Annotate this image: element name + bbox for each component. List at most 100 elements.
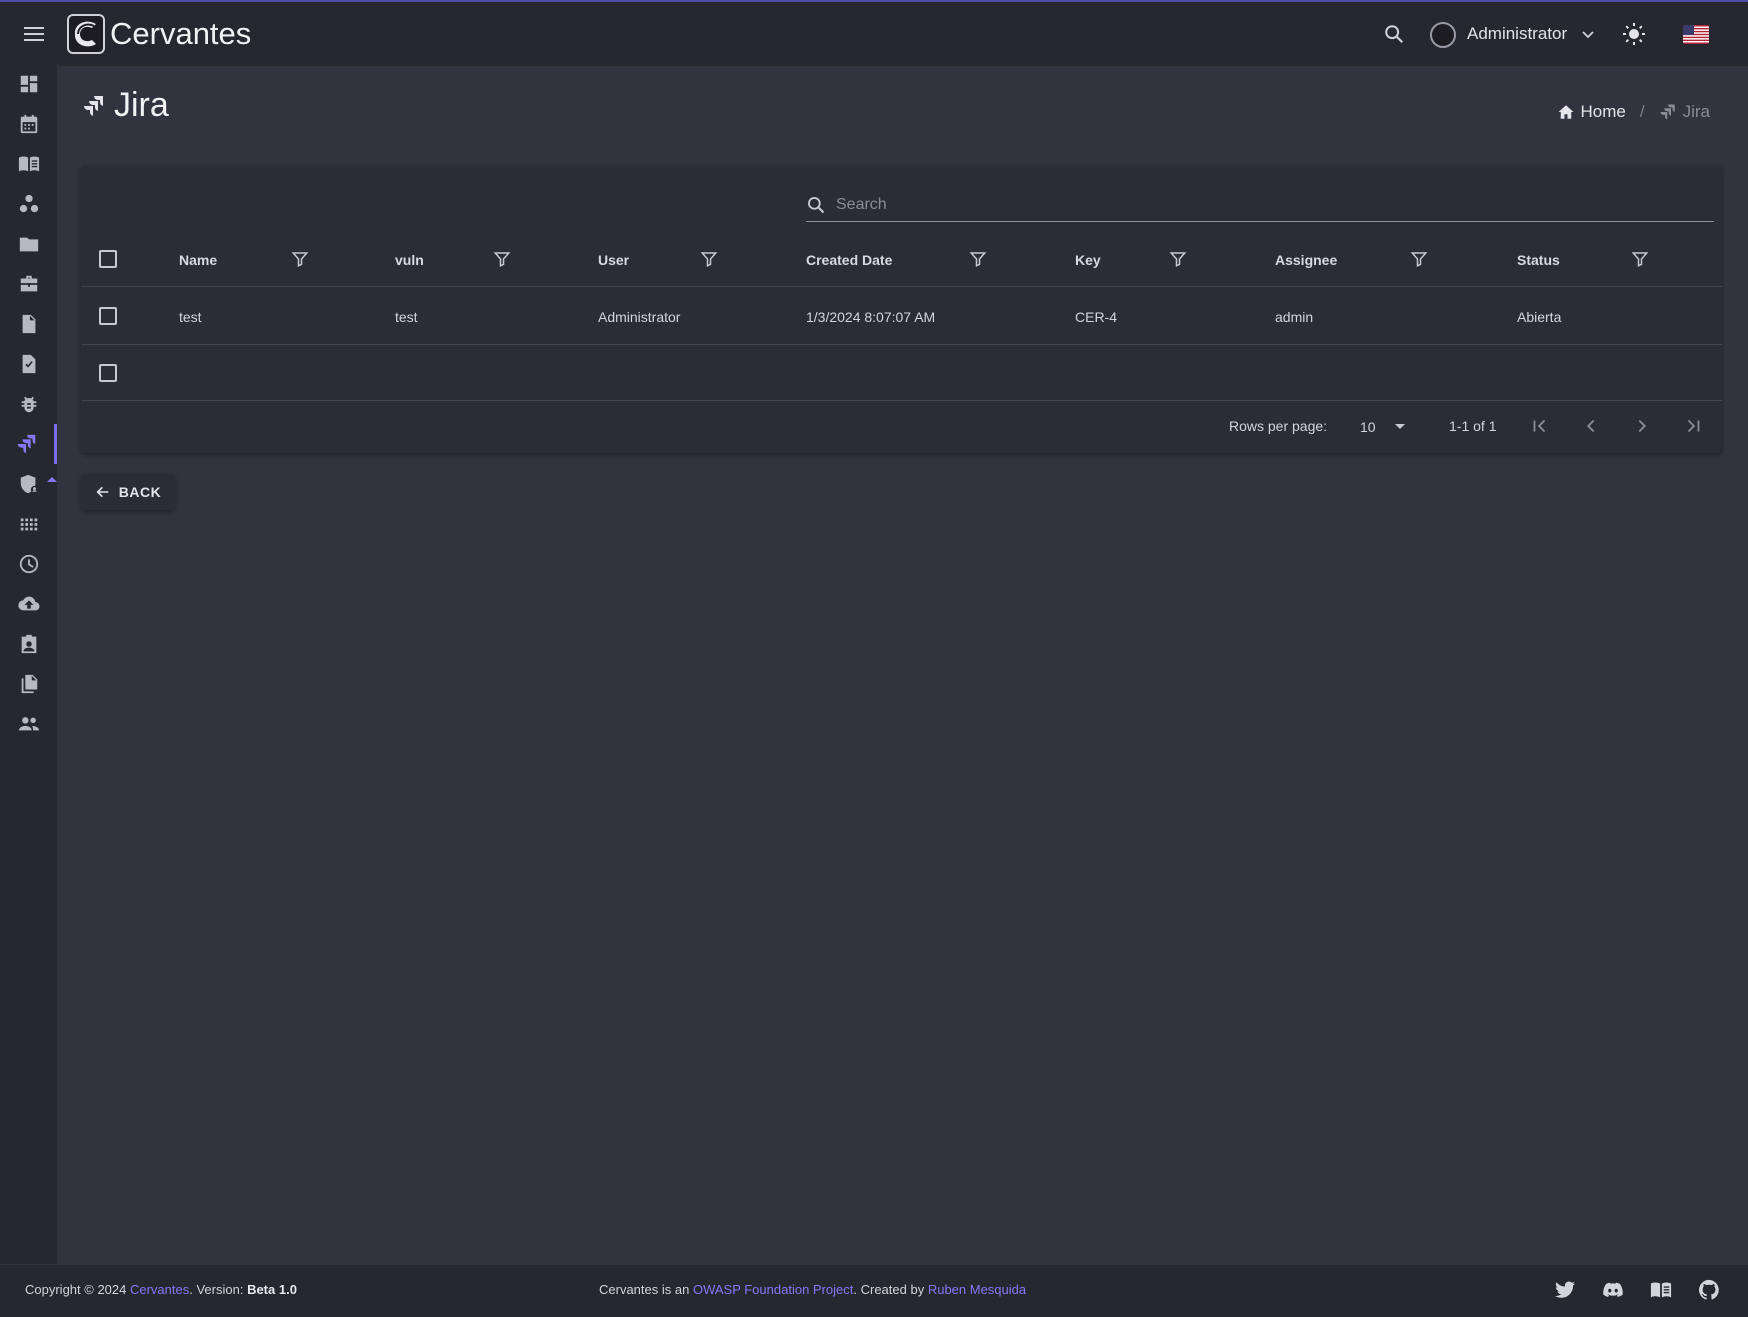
column-header-name[interactable]: Name — [179, 232, 217, 287]
owasp-link[interactable]: OWASP Foundation Project — [693, 1282, 853, 1297]
folder-icon — [19, 237, 38, 252]
arrow-left-icon — [96, 486, 109, 498]
filter-icon[interactable] — [1410, 250, 1428, 268]
pagination: Rows per page: 10 1-1 of 1 — [81, 401, 1722, 453]
filter-icon[interactable] — [493, 250, 511, 268]
column-header-key[interactable]: Key — [1075, 232, 1101, 287]
row-checkbox[interactable] — [99, 364, 117, 382]
user-name[interactable]: Administrator — [1467, 24, 1567, 44]
sidebar-item-copy[interactable] — [0, 664, 57, 704]
first-page-icon[interactable] — [1529, 415, 1551, 437]
breadcrumb-home-label: Home — [1580, 102, 1626, 121]
docs-book-icon[interactable] — [1650, 1279, 1672, 1301]
contact-card-icon — [21, 634, 36, 654]
sidebar — [0, 64, 57, 1264]
sidebar-item-book[interactable] — [0, 144, 57, 184]
document-icon — [22, 314, 35, 334]
table-row-empty — [81, 346, 1722, 401]
sidebar-item-tasks[interactable] — [0, 344, 57, 384]
table-header: Name vuln User Created Date Key Assignee… — [81, 232, 1722, 287]
column-header-assignee[interactable]: Assignee — [1275, 232, 1337, 287]
discord-icon[interactable] — [1602, 1279, 1624, 1301]
filter-icon[interactable] — [1631, 250, 1649, 268]
table-row[interactable]: test test Administrator 1/3/2024 8:07:07… — [81, 288, 1722, 345]
filter-icon[interactable] — [1169, 250, 1187, 268]
apps-grid-icon — [20, 518, 37, 531]
chevron-down-icon[interactable] — [1580, 26, 1596, 42]
cell-name: test — [179, 308, 202, 325]
back-button-label: BACK — [118, 484, 162, 500]
cell-status: Abierta — [1517, 308, 1562, 325]
home-icon — [1558, 105, 1573, 119]
bug-icon — [21, 396, 36, 413]
github-icon[interactable] — [1698, 1279, 1720, 1301]
previous-page-icon[interactable] — [1580, 415, 1602, 437]
security-icon — [20, 474, 38, 494]
task-check-icon — [22, 354, 35, 374]
created-by-text: . Created by — [853, 1282, 925, 1297]
sidebar-item-document[interactable] — [0, 304, 57, 344]
dropdown-arrow-icon[interactable] — [1395, 424, 1405, 429]
column-header-vuln[interactable]: vuln — [395, 232, 424, 287]
clock-icon — [19, 554, 38, 574]
next-page-icon[interactable] — [1631, 415, 1653, 437]
sidebar-item-calendar[interactable] — [0, 104, 57, 144]
cell-user: Administrator — [598, 308, 681, 325]
menu-icon[interactable] — [24, 24, 48, 44]
sidebar-item-apps[interactable] — [0, 504, 57, 544]
column-header-status[interactable]: Status — [1517, 232, 1560, 287]
sidebar-item-vulns[interactable] — [0, 384, 57, 424]
app-title[interactable]: Cervantes — [110, 16, 251, 52]
breadcrumb-home[interactable]: Home — [1557, 102, 1626, 122]
search-input[interactable] — [836, 196, 1686, 214]
version-prefix: . Version: — [189, 1282, 244, 1297]
sun-icon[interactable] — [1622, 22, 1646, 46]
breadcrumb-separator: / — [1639, 102, 1645, 121]
breadcrumb: Home / Jira — [1557, 102, 1710, 122]
jira-icon — [1660, 104, 1675, 120]
sidebar-item-workspaces[interactable] — [0, 184, 57, 224]
briefcase-icon — [20, 275, 37, 292]
back-button[interactable]: BACK — [81, 474, 175, 510]
search-icon — [808, 197, 825, 214]
dashboard-icon — [20, 75, 37, 93]
twitter-icon[interactable] — [1554, 1279, 1576, 1301]
rows-per-page-select[interactable]: 10 — [1360, 419, 1376, 435]
top-bar: Cervantes Administrator — [0, 0, 1748, 66]
footer-brand-link[interactable]: Cervantes — [130, 1282, 189, 1297]
filter-icon[interactable] — [969, 250, 987, 268]
sidebar-item-dashboard[interactable] — [0, 64, 57, 104]
page-range: 1-1 of 1 — [1449, 418, 1497, 434]
workspaces-icon — [19, 194, 38, 213]
page-title: Jira — [114, 86, 169, 124]
column-header-user[interactable]: User — [598, 232, 629, 287]
user-avatar[interactable] — [1430, 22, 1456, 48]
search-icon[interactable] — [1383, 23, 1405, 45]
filter-icon[interactable] — [700, 250, 718, 268]
select-all-checkbox[interactable] — [99, 250, 117, 268]
row-checkbox[interactable] — [99, 307, 117, 325]
sidebar-item-jira[interactable] — [0, 424, 57, 464]
sidebar-item-briefcase[interactable] — [0, 264, 57, 304]
us-flag-icon[interactable] — [1683, 25, 1709, 44]
author-link[interactable]: Ruben Mesquida — [928, 1282, 1026, 1297]
sidebar-item-users[interactable] — [0, 704, 57, 744]
sidebar-item-security[interactable] — [0, 464, 57, 504]
last-page-icon[interactable] — [1682, 415, 1704, 437]
sidebar-item-contacts[interactable] — [0, 624, 57, 664]
cell-created-date: 1/3/2024 8:07:07 AM — [806, 308, 936, 325]
app-logo[interactable] — [67, 14, 105, 54]
sidebar-item-history[interactable] — [0, 544, 57, 584]
version-value: Beta 1.0 — [247, 1282, 297, 1297]
calendar-icon — [20, 114, 37, 134]
jira-icon — [84, 96, 103, 116]
sidebar-item-upload[interactable] — [0, 584, 57, 624]
filter-icon[interactable] — [291, 250, 309, 268]
copy-icon — [21, 674, 37, 694]
breadcrumb-current: Jira — [1659, 102, 1710, 122]
jira-table-card: Name vuln User Created Date Key Assignee… — [81, 165, 1722, 453]
rows-per-page-label: Rows per page: — [1229, 418, 1328, 434]
column-header-created-date[interactable]: Created Date — [806, 232, 892, 287]
copyright-text: Copyright © 2024 — [25, 1282, 127, 1297]
sidebar-item-folder[interactable] — [0, 224, 57, 264]
